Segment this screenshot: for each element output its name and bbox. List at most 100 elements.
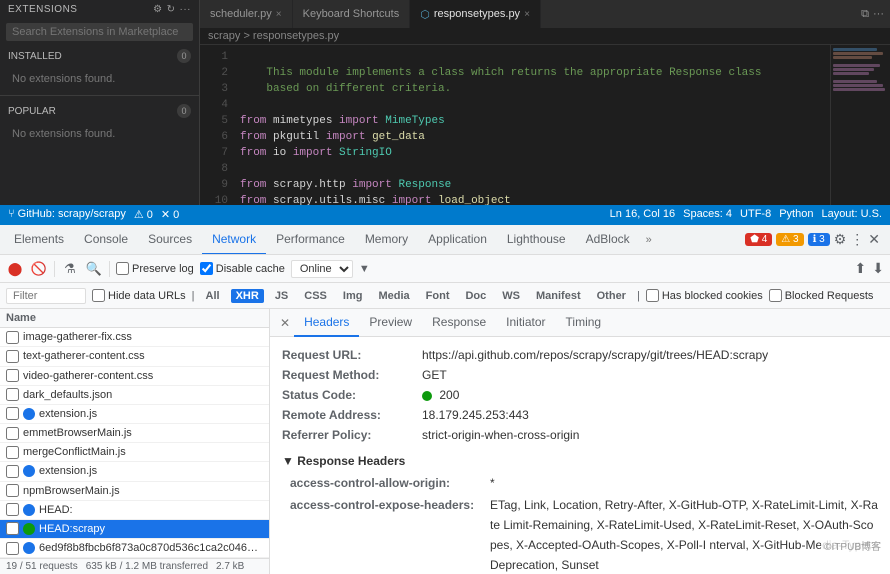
tab-network[interactable]: Network	[202, 225, 266, 255]
response-headers-arrow[interactable]: ▼	[282, 454, 294, 468]
filter-font-btn[interactable]: Font	[421, 289, 455, 303]
throttle-down-icon: ▼	[359, 263, 370, 275]
disable-cache-checkbox[interactable]: Disable cache	[200, 262, 285, 275]
network-item-hash[interactable]: 6ed9f8b8fbcb6f873a0c870d536c1ca2c046d323	[0, 539, 269, 558]
filter-ws-btn[interactable]: WS	[497, 289, 525, 303]
tab-adblock[interactable]: AdBlock	[576, 225, 640, 255]
details-tab-headers[interactable]: Headers	[294, 309, 359, 337]
import-icon[interactable]: ⬆	[855, 260, 867, 277]
tab-application[interactable]: Application	[418, 225, 497, 255]
details-tab-response[interactable]: Response	[422, 309, 496, 337]
blocked-requests-checkbox[interactable]: Blocked Requests	[769, 289, 874, 302]
has-blocked-input[interactable]	[646, 289, 659, 302]
details-tab-timing[interactable]: Timing	[556, 309, 612, 337]
filter-xhr-btn[interactable]: XHR	[231, 289, 264, 303]
filter-img-btn[interactable]: Img	[338, 289, 368, 303]
item-checkbox[interactable]	[6, 331, 19, 344]
item-checkbox[interactable]	[6, 503, 19, 516]
throttle-select[interactable]: Online	[291, 260, 353, 278]
blocked-requests-label: Blocked Requests	[785, 290, 874, 302]
refresh-icon[interactable]: ↻	[167, 4, 176, 15]
network-toolbar: ⬤ 🚫 ⚗ 🔍 Preserve log Disable cache Onlin…	[0, 255, 890, 283]
popular-label: POPULAR	[8, 106, 56, 117]
item-checkbox[interactable]	[6, 369, 19, 382]
item-checkbox[interactable]	[6, 484, 19, 497]
hide-data-urls-checkbox[interactable]: Hide data URLs	[92, 289, 186, 302]
position-status[interactable]: Ln 16, Col 16	[610, 208, 675, 220]
filter-manifest-btn[interactable]: Manifest	[531, 289, 586, 303]
filter-icon[interactable]: ⚙	[153, 4, 162, 15]
tab-responsetypes[interactable]: ⬡ responsetypes.py ×	[410, 0, 541, 28]
search-input[interactable]	[6, 23, 193, 41]
tab-scheduler-close[interactable]: ×	[276, 9, 282, 20]
search-icon-btn[interactable]: 🔍	[85, 260, 103, 278]
devtools-more-icon[interactable]: ⋮	[850, 231, 864, 248]
tab-performance[interactable]: Performance	[266, 225, 355, 255]
tab-keyboard[interactable]: Keyboard Shortcuts	[293, 0, 411, 28]
git-status[interactable]: ⑂ GitHub: scrapy/scrapy	[8, 208, 126, 220]
tab-sources[interactable]: Sources	[138, 225, 202, 255]
preserve-log-checkbox[interactable]: Preserve log	[116, 262, 194, 275]
item-checkbox[interactable]	[6, 388, 19, 401]
has-blocked-checkbox[interactable]: Has blocked cookies	[646, 289, 763, 302]
network-item-extension-js1[interactable]: extension.js	[0, 405, 269, 424]
network-item-emmet[interactable]: emmetBrowserMain.js	[0, 424, 269, 443]
preserve-log-input[interactable]	[116, 262, 129, 275]
network-item-video-gatherer[interactable]: video-gatherer-content.css	[0, 367, 269, 386]
network-item-npm-browser[interactable]: npmBrowserMain.js	[0, 482, 269, 501]
installed-empty: No extensions found.	[0, 67, 199, 91]
export-icon[interactable]: ⬇	[872, 260, 884, 277]
network-item-text-gatherer[interactable]: text-gatherer-content.css	[0, 347, 269, 366]
item-name: HEAD:scrapy	[39, 523, 105, 535]
tab-scheduler[interactable]: scheduler.py ×	[200, 0, 293, 28]
filter-input[interactable]	[6, 288, 86, 304]
network-item-merge-conflict[interactable]: mergeConflictMain.js	[0, 443, 269, 462]
network-item-head-scrapy[interactable]: HEAD:scrapy	[0, 520, 269, 539]
spaces-status[interactable]: Spaces: 4	[683, 208, 732, 220]
network-item-dark-defaults[interactable]: dark_defaults.json	[0, 386, 269, 405]
tab-responsetypes-close[interactable]: ×	[524, 9, 530, 20]
filter-js-btn[interactable]: JS	[270, 289, 293, 303]
language-status[interactable]: Python	[779, 208, 813, 220]
tab-elements[interactable]: Elements	[4, 225, 74, 255]
item-checkbox[interactable]	[6, 542, 19, 555]
tab-bar: scheduler.py × Keyboard Shortcuts ⬡ resp…	[200, 0, 890, 28]
split-editor-icon[interactable]: ⧉	[861, 8, 869, 21]
filter-other-btn[interactable]: Other	[592, 289, 631, 303]
record-btn[interactable]: ⬤	[6, 260, 24, 278]
network-item-extension-js2[interactable]: extension.js	[0, 462, 269, 481]
disable-cache-input[interactable]	[200, 262, 213, 275]
filter-icon-btn[interactable]: ⚗	[61, 260, 79, 278]
item-checkbox[interactable]	[6, 446, 19, 459]
details-tab-initiator[interactable]: Initiator	[496, 309, 555, 337]
item-checkbox[interactable]	[6, 350, 19, 363]
more-icon[interactable]: ···	[180, 4, 192, 15]
item-checkbox[interactable]	[6, 427, 19, 440]
clear-btn[interactable]: 🚫	[30, 260, 48, 278]
settings-icon[interactable]: ⚙	[834, 231, 847, 248]
filter-media-btn[interactable]: Media	[373, 289, 414, 303]
tab-lighthouse[interactable]: Lighthouse	[497, 225, 576, 255]
filter-all-btn[interactable]: All	[201, 289, 225, 303]
divider1	[0, 95, 199, 96]
item-checkbox[interactable]	[6, 522, 19, 535]
filter-doc-btn[interactable]: Doc	[460, 289, 491, 303]
status-row: Status Code: 200	[282, 385, 878, 405]
tab-console[interactable]: Console	[74, 225, 138, 255]
network-item-image-gatherer[interactable]: image-gatherer-fix.css	[0, 328, 269, 347]
item-checkbox[interactable]	[6, 465, 19, 478]
layout-status[interactable]: Layout: U.S.	[821, 208, 882, 220]
tab-memory[interactable]: Memory	[355, 225, 418, 255]
blocked-requests-input[interactable]	[769, 289, 782, 302]
hide-data-urls-input[interactable]	[92, 289, 105, 302]
more-editors-icon[interactable]: ···	[873, 8, 884, 20]
devtools-tabs-more[interactable]: »	[640, 234, 658, 246]
details-tab-preview[interactable]: Preview	[359, 309, 422, 337]
encoding-status[interactable]: UTF-8	[740, 208, 771, 220]
network-item-head[interactable]: HEAD:	[0, 501, 269, 520]
devtools-close-icon[interactable]: ✕	[868, 231, 880, 248]
details-close-btn[interactable]: ✕	[276, 316, 294, 330]
filter-css-btn[interactable]: CSS	[299, 289, 332, 303]
item-checkbox[interactable]	[6, 407, 19, 420]
has-blocked-label: Has blocked cookies	[662, 290, 763, 302]
